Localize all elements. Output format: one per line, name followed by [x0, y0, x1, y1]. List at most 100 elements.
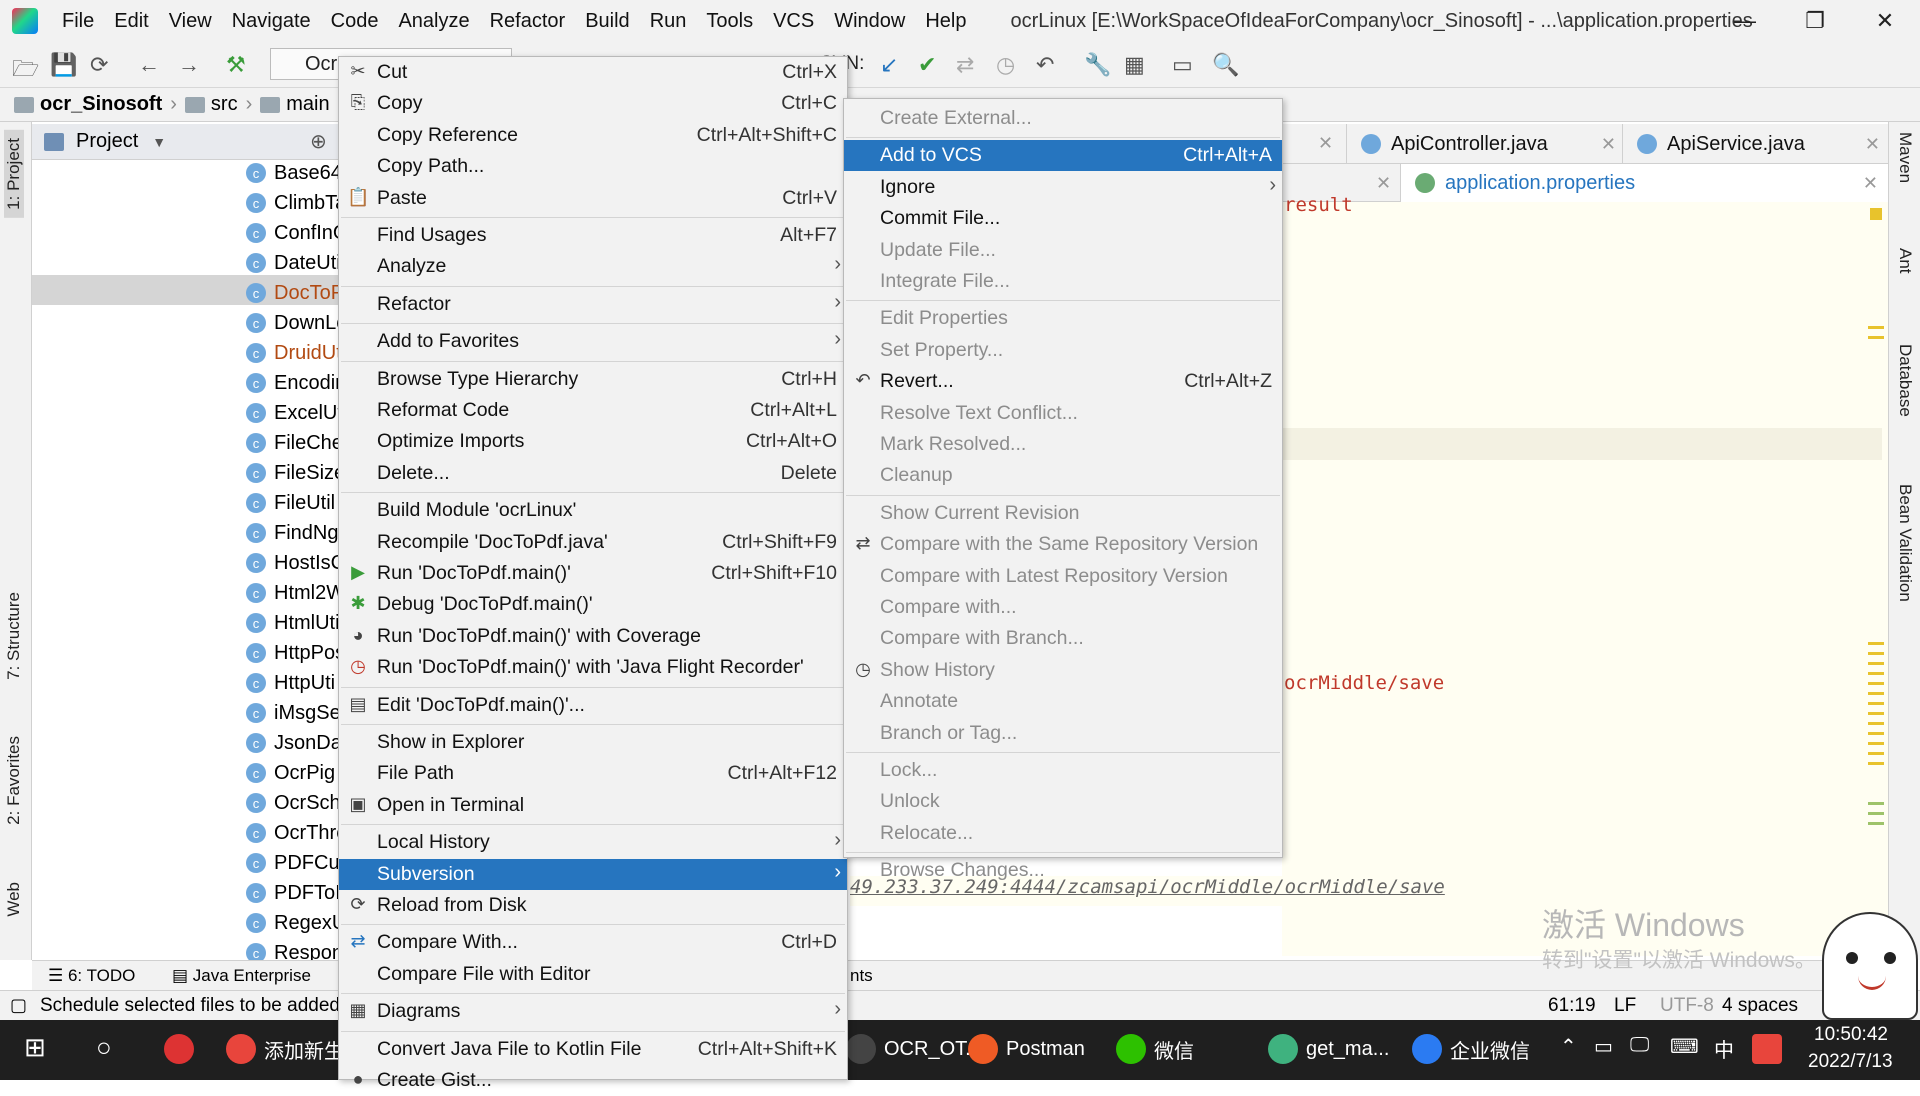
- menu-vcs[interactable]: VCS: [763, 10, 824, 33]
- tool-tab-favorites[interactable]: 2: Favorites: [4, 736, 24, 825]
- tree-item[interactable]: c ConfInG: [246, 218, 338, 248]
- menu-item-compare-file-with-editor[interactable]: Compare File with Editor: [339, 959, 847, 990]
- tree-item[interactable]: c RegexU: [246, 908, 338, 938]
- terminal-window-icon[interactable]: ▭: [1172, 52, 1193, 78]
- menu-item-add-to-vcs[interactable]: Add to VCS Ctrl+Alt+A: [844, 140, 1282, 172]
- menu-item-show-history[interactable]: ◷ Show History: [844, 655, 1282, 686]
- menu-item-optimize-imports[interactable]: Optimize Imports Ctrl+Alt+O: [339, 426, 847, 457]
- java-enterprise-tool-button[interactable]: ▤ Java Enterprise: [172, 966, 311, 986]
- ime-indicator[interactable]: 中: [1714, 1034, 1734, 1063]
- tree-item[interactable]: c DocToP: [246, 278, 338, 308]
- windows-start-icon[interactable]: ⊞: [24, 1032, 46, 1063]
- sync-icon[interactable]: ⟳: [90, 52, 108, 78]
- menu-item-browse-changes[interactable]: Browse Changes...: [844, 855, 1282, 886]
- breadcrumb-item-src[interactable]: src ›: [184, 93, 252, 116]
- menu-item-compare-with[interactable]: Compare with...: [844, 592, 1282, 623]
- tree-item[interactable]: c Html2W: [246, 578, 338, 608]
- menu-code[interactable]: Code: [321, 10, 389, 33]
- breadcrumb-item-root[interactable]: ocr_Sinosoft ›: [14, 93, 177, 116]
- menu-build[interactable]: Build: [575, 10, 639, 33]
- tree-item[interactable]: c FileUtil: [246, 488, 338, 518]
- svn-revert-icon[interactable]: ↶: [1036, 52, 1054, 78]
- svn-history-icon[interactable]: ◷: [996, 52, 1015, 78]
- menu-item-recompile-doctopdf-java[interactable]: Recompile 'DocToPdf.java' Ctrl+Shift+F9: [339, 527, 847, 558]
- menu-item-annotate[interactable]: Annotate: [844, 686, 1282, 717]
- menu-edit[interactable]: Edit: [104, 10, 158, 33]
- taskbar-app[interactable]: 添加新生: [226, 1034, 344, 1064]
- build-hammer-icon[interactable]: ⚒: [226, 52, 246, 78]
- caret-position[interactable]: 61:19: [1548, 995, 1596, 1017]
- tree-item[interactable]: c OcrPig: [246, 758, 338, 788]
- tree-item[interactable]: c DownLo: [246, 308, 338, 338]
- tree-item[interactable]: c PDFCut: [246, 848, 338, 878]
- menu-item-edit-properties[interactable]: Edit Properties: [844, 303, 1282, 334]
- svn-compare-icon[interactable]: ⇄: [956, 52, 974, 78]
- tree-item[interactable]: c HtmlUti: [246, 608, 338, 638]
- menu-window[interactable]: Window: [824, 10, 915, 33]
- menu-item-reformat-code[interactable]: Reformat Code Ctrl+Alt+L: [339, 395, 847, 426]
- menu-item-cleanup[interactable]: Cleanup: [844, 460, 1282, 491]
- menu-item-diagrams[interactable]: ▦ Diagrams ›: [339, 996, 847, 1027]
- tab-application-properties[interactable]: application.properties ✕: [1400, 164, 1888, 202]
- tool-tab-database[interactable]: Database: [1895, 344, 1915, 417]
- tree-item[interactable]: c Base64U: [246, 158, 338, 188]
- menu-item-open-in-terminal[interactable]: ▣ Open in Terminal: [339, 790, 847, 821]
- close-button[interactable]: ✕: [1850, 0, 1920, 42]
- menu-item-set-property[interactable]: Set Property...: [844, 335, 1282, 366]
- close-tab-icon[interactable]: ✕: [1865, 134, 1880, 155]
- tree-item[interactable]: c ExcelUti: [246, 398, 338, 428]
- menu-item-browse-type-hierarchy[interactable]: Browse Type Hierarchy Ctrl+H: [339, 364, 847, 395]
- menu-item-debug-doctopdf-main[interactable]: ✱ Debug 'DocToPdf.main()': [339, 589, 847, 620]
- tray-network-icon[interactable]: 🖵: [1630, 1034, 1649, 1057]
- status-toggle-icon[interactable]: ▢: [10, 995, 27, 1016]
- menu-item-delete[interactable]: Delete... Delete: [339, 458, 847, 489]
- menu-item-run-doctopdf-main[interactable]: ▶ Run 'DocToPdf.main()' Ctrl+Shift+F10: [339, 558, 847, 589]
- menu-item-subversion[interactable]: Subversion ›: [339, 858, 847, 890]
- menu-navigate[interactable]: Navigate: [222, 10, 321, 33]
- menu-item-analyze[interactable]: Analyze ›: [339, 251, 847, 282]
- menu-item-create-gist[interactable]: ● Create Gist...: [339, 1065, 847, 1096]
- close-tab-icon[interactable]: ✕: [1376, 173, 1391, 194]
- menu-item-show-in-explorer[interactable]: Show in Explorer: [339, 727, 847, 758]
- clock-date[interactable]: 2022/7/13: [1808, 1051, 1893, 1073]
- open-folder-icon[interactable]: 🗁: [12, 52, 39, 90]
- taskbar-app[interactable]: Postman: [968, 1034, 1085, 1064]
- menu-item-compare-with-the-same-repository-version[interactable]: ⇄ Compare with the Same Repository Versio…: [844, 529, 1282, 560]
- menu-item-compare-with-branch[interactable]: Compare with Branch...: [844, 623, 1282, 654]
- search-icon[interactable]: 🔍: [1212, 52, 1239, 78]
- restore-button[interactable]: ❐: [1780, 0, 1850, 42]
- tree-item[interactable]: c Encodin: [246, 368, 338, 398]
- tab-apiservice[interactable]: ApiService.java ✕: [1622, 124, 1890, 164]
- locate-target-icon[interactable]: ⊕: [310, 129, 327, 154]
- cortana-search-icon[interactable]: ○: [96, 1032, 112, 1063]
- menu-item-cut[interactable]: ✂ Cut Ctrl+X: [339, 57, 847, 88]
- menu-item-copy-path[interactable]: Copy Path...: [339, 151, 847, 182]
- menu-analyze[interactable]: Analyze: [388, 10, 479, 33]
- event-log-fragment[interactable]: nts: [850, 966, 873, 986]
- tree-item[interactable]: c DateUti: [246, 248, 338, 278]
- menu-item-unlock[interactable]: Unlock: [844, 786, 1282, 817]
- menu-item-copy-reference[interactable]: Copy Reference Ctrl+Alt+Shift+C: [339, 120, 847, 151]
- menu-item-ignore[interactable]: Ignore ›: [844, 172, 1282, 203]
- close-tab-icon[interactable]: ✕: [1601, 134, 1616, 155]
- tree-item[interactable]: c FindNg: [246, 518, 338, 548]
- menu-run[interactable]: Run: [640, 10, 697, 33]
- tree-item[interactable]: c HttpUti: [246, 668, 338, 698]
- menu-refactor[interactable]: Refactor: [480, 10, 576, 33]
- todo-tool-button[interactable]: ☰ 6: TODO: [48, 966, 135, 986]
- taskbar-app[interactable]: get_ma...: [1268, 1034, 1389, 1064]
- menu-item-add-to-favorites[interactable]: Add to Favorites ›: [339, 326, 847, 357]
- tree-item[interactable]: c ClimbTa: [246, 188, 338, 218]
- menu-item-local-history[interactable]: Local History ›: [339, 827, 847, 858]
- menu-item-compare-with[interactable]: ⇄ Compare With... Ctrl+D: [339, 927, 847, 958]
- tree-item[interactable]: c JsonDat: [246, 728, 338, 758]
- tab-apicontroller[interactable]: ApiController.java ✕: [1346, 124, 1626, 164]
- settings-wrench-icon[interactable]: 🔧: [1084, 52, 1111, 78]
- tree-item[interactable]: c OcrThre: [246, 818, 338, 848]
- tree-item[interactable]: c DruidUt: [246, 338, 338, 368]
- tool-tab-web[interactable]: Web: [4, 882, 24, 917]
- menu-help[interactable]: Help: [915, 10, 976, 33]
- minimize-button[interactable]: —: [1710, 0, 1780, 42]
- close-tab-icon[interactable]: ✕: [1318, 133, 1333, 154]
- taskbar-app[interactable]: 微信: [1116, 1034, 1194, 1064]
